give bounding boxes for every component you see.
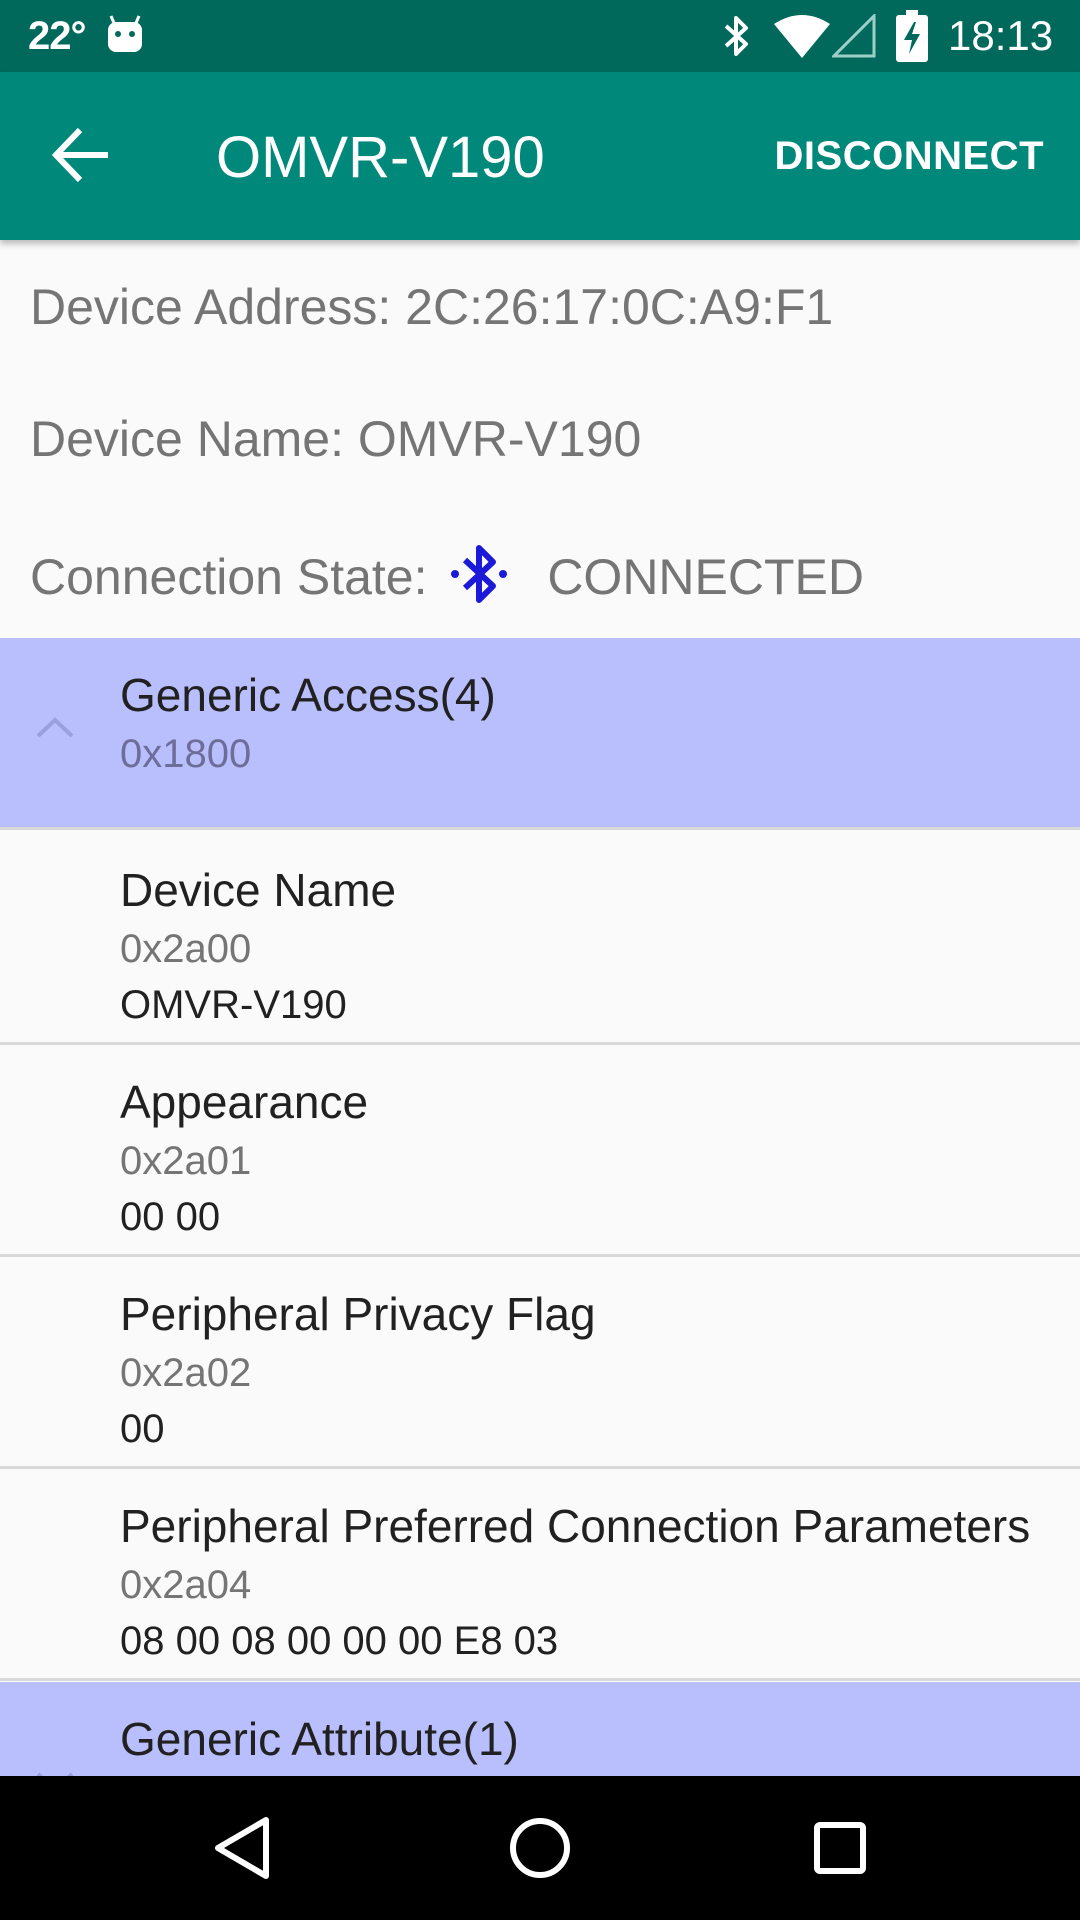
- connection-state-label: Connection State:: [30, 549, 428, 605]
- app-bar: OMVR-V190 DISCONNECT: [0, 72, 1080, 240]
- service-name: Generic Attribute(1): [120, 1713, 519, 1765]
- characteristic-name: Device Name: [120, 864, 397, 916]
- service-name: Generic Access(4): [120, 669, 496, 721]
- characteristic-value: 00: [120, 1407, 165, 1451]
- device-address-text: Device Address: 2C:26:17:0C:A9:F1: [30, 279, 834, 335]
- chevron-up-icon[interactable]: [34, 698, 76, 758]
- service-generic-attribute[interactable]: Generic Attribute(1): [0, 1682, 1080, 1793]
- home-circle-icon[interactable]: [495, 1806, 585, 1890]
- characteristic-uuid: 0x2a04: [120, 1563, 252, 1607]
- bluetooth-connected-icon: [451, 545, 508, 603]
- device-name-text: Device Name: OMVR-V190: [30, 411, 642, 467]
- disconnect-button[interactable]: DISCONNECT: [775, 134, 1044, 179]
- page-title: OMVR-V190: [216, 125, 545, 190]
- cell-signal-icon: [832, 14, 876, 58]
- service-generic-access[interactable]: Generic Access(4) 0x1800: [0, 638, 1080, 830]
- characteristic-value: OMVR-V190: [120, 983, 347, 1027]
- characteristic-value: 00 00: [120, 1195, 221, 1239]
- temperature-text: 22°: [28, 14, 86, 58]
- android-icon: [108, 15, 142, 52]
- service-uuid: 0x1800: [120, 732, 252, 776]
- characteristic-name: Peripheral Preferred Connection Paramete…: [120, 1500, 1031, 1552]
- characteristic-uuid: 0x2a00: [120, 927, 252, 971]
- clock-time: 18:13: [948, 12, 1054, 59]
- characteristic-uuid: 0x2a01: [120, 1139, 252, 1183]
- characteristic-name: Appearance: [120, 1076, 369, 1128]
- characteristic-name: Peripheral Privacy Flag: [120, 1288, 596, 1340]
- wifi-icon: [774, 15, 830, 58]
- connection-state-value: CONNECTED: [547, 549, 864, 605]
- characteristic-row[interactable]: Peripheral Privacy Flag 0x2a02 00: [0, 1257, 1080, 1469]
- back-triangle-icon[interactable]: [196, 1806, 286, 1890]
- navigation-bar: [0, 1776, 1080, 1920]
- characteristic-row[interactable]: Appearance 0x2a01 00 00: [0, 1045, 1080, 1257]
- battery-charging-icon: [896, 10, 928, 62]
- characteristic-uuid: 0x2a02: [120, 1351, 252, 1395]
- characteristic-row[interactable]: Peripheral Preferred Connection Paramete…: [0, 1469, 1080, 1681]
- characteristic-value: 08 00 08 00 00 00 E8 03: [120, 1619, 559, 1663]
- characteristic-row[interactable]: Device Name 0x2a00 OMVR-V190: [0, 833, 1080, 1045]
- bluetooth-icon: [724, 16, 748, 56]
- arrow-left-icon[interactable]: [50, 124, 116, 186]
- status-bar: 22° 18:13: [0, 0, 1080, 72]
- recents-square-icon[interactable]: [795, 1806, 885, 1890]
- connection-state-row: Connection State: CONNECTED: [30, 542, 864, 606]
